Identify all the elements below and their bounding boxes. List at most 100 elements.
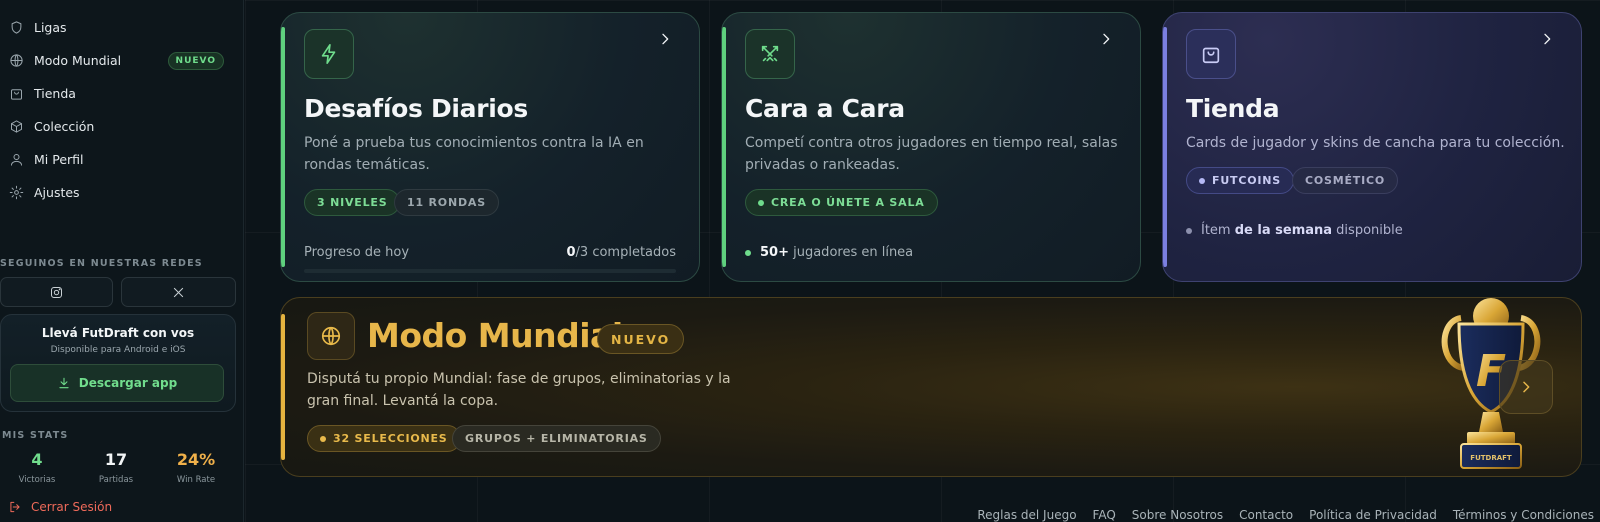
logout-icon [10, 501, 20, 513]
card-title: Desafíos Diarios [304, 94, 529, 123]
pill-cosmetico: COSMÉTICO [1292, 167, 1399, 194]
banner-modo-mundial[interactable]: Modo Mundial NUEVO Disputá tu propio Mun… [280, 297, 1582, 477]
pill-grupos: GRUPOS + ELIMINATORIAS [452, 425, 661, 452]
card-cara-a-cara[interactable]: Cara a Cara Competí contra otros jugador… [721, 12, 1141, 282]
chevron-right-icon[interactable] [1098, 31, 1114, 47]
logout-button[interactable]: Cerrar Sesión [8, 500, 112, 514]
swords-icon [761, 45, 779, 62]
x-icon [173, 287, 184, 297]
stat-label: Win Rate [176, 475, 216, 485]
progress-bar [304, 269, 676, 273]
download-app-button[interactable]: Descargar app [10, 364, 224, 402]
online-count: 50+ [760, 245, 789, 260]
sidebar: Ligas Modo Mundial NUEVO Tienda Colecció… [0, 0, 244, 522]
new-badge: NUEVO [167, 52, 224, 70]
stat-label: Partidas [98, 475, 134, 485]
app-card-title: Llevá FutDraft con vos [41, 326, 195, 340]
sidebar-item-label: Mi Perfil [34, 151, 84, 167]
x-twitter-button[interactable] [121, 277, 236, 307]
footer-link-terminos[interactable]: Términos y Condiciones [1453, 508, 1594, 522]
chevron-right-icon[interactable] [1539, 31, 1555, 47]
box-icon [11, 119, 22, 133]
stat-win-rate: 24% Win Rate [161, 450, 231, 485]
globe-icon-box [307, 312, 355, 360]
banner-accent-bar [281, 314, 285, 460]
sidebar-item-label: Colección [34, 118, 95, 134]
sidebar-item-label: Modo Mundial [34, 52, 122, 68]
footer-link-faq[interactable]: FAQ [1093, 508, 1116, 522]
pill-label: CREA O ÚNETE A SALA [771, 196, 925, 209]
card-description: Poné a prueba tus conocimientos contra l… [304, 135, 644, 173]
trophy-plate: FUTDRAFT [1470, 454, 1512, 462]
card-title: Tienda [1186, 94, 1280, 123]
pill-label: FUTCOINS [1212, 174, 1281, 187]
banner-title: Modo Mundial [367, 316, 623, 355]
stat-partidas: 17 Partidas [81, 450, 151, 485]
status-dot [320, 435, 326, 442]
shopping-bag-icon [11, 88, 22, 100]
stat-value: 17 [104, 450, 128, 469]
banner-description: Disputá tu propio Mundial: fase de grupo… [307, 371, 731, 409]
pill-selecciones: 32 SELECCIONES [307, 425, 461, 452]
banner-next-button[interactable] [1499, 360, 1553, 414]
instagram-button[interactable] [0, 277, 113, 307]
live-dot [745, 249, 751, 256]
stat-value: 24% [176, 450, 216, 469]
footer-link-reglas[interactable]: Reglas del Juego [977, 508, 1076, 522]
status-dot [758, 199, 764, 206]
pill-crea-sala: CREA O ÚNETE A SALA [745, 189, 938, 216]
sidebar-item-label: Tienda [34, 85, 76, 101]
pill-label: 32 SELECCIONES [333, 432, 448, 445]
pill-niveles: 3 NIVELES [304, 189, 401, 216]
footer-links: Reglas del Juego FAQ Sobre Nosotros Cont… [977, 508, 1594, 522]
weekly-item-c: disponible [1332, 223, 1403, 238]
sidebar-item-mi-perfil[interactable]: Mi Perfil [0, 144, 236, 174]
lightning-icon [321, 44, 336, 64]
shopping-bag-icon-box [1186, 29, 1236, 79]
globe-icon [321, 326, 341, 346]
footer-link-sobre-nosotros[interactable]: Sobre Nosotros [1132, 508, 1223, 522]
card-accent-bar [722, 27, 726, 267]
instagram-icon [51, 286, 62, 298]
card-accent-bar [281, 27, 285, 267]
card-tienda[interactable]: Tienda Cards de jugador y skins de canch… [1162, 12, 1582, 282]
weekly-item-a: Ítem [1201, 223, 1235, 238]
card-desafios-diarios[interactable]: Desafíos Diarios Poné a prueba tus conoc… [280, 12, 700, 282]
download-app-card: Llevá FutDraft con vos Disponible para A… [0, 314, 236, 412]
sidebar-item-tienda[interactable]: Tienda [0, 78, 236, 108]
new-badge: NUEVO [597, 324, 685, 354]
weekly-item-b: de la semana [1234, 223, 1333, 238]
download-icon [59, 377, 69, 389]
swords-icon-box [745, 29, 795, 79]
progress-done: 0 [566, 245, 576, 260]
sidebar-item-coleccion[interactable]: Colección [0, 111, 236, 141]
globe-icon [10, 53, 23, 67]
pill-rondas: 11 RONDAS [394, 189, 499, 216]
gear-icon [9, 185, 24, 199]
user-icon [11, 153, 22, 166]
status-dot [1199, 177, 1205, 184]
shield-icon [11, 20, 22, 34]
progress-label: Progreso de hoy [304, 245, 410, 260]
bullet-dot [1186, 227, 1192, 234]
sidebar-item-label: Ajustes [34, 184, 80, 200]
app-card-subtitle: Disponible para Android e iOS [50, 345, 186, 355]
social-section-title: SEGUINOS EN NUESTRAS REDES [0, 258, 203, 269]
sidebar-item-modo-mundial[interactable]: Modo Mundial NUEVO [0, 45, 236, 75]
stat-value: 4 [31, 450, 43, 469]
footer-link-contacto[interactable]: Contacto [1239, 508, 1293, 522]
progress-count: 0/3 completados [567, 245, 677, 260]
chevron-right-icon [1523, 381, 1530, 393]
stat-victorias: 4 Victorias [2, 450, 72, 485]
card-title: Cara a Cara [745, 94, 905, 123]
footer-link-privacidad[interactable]: Política de Privacidad [1309, 508, 1437, 522]
download-app-label: Descargar app [78, 376, 178, 390]
stat-label: Victorias [18, 475, 56, 485]
shopping-bag-icon [1202, 47, 1220, 64]
sidebar-item-ligas[interactable]: Ligas [0, 12, 236, 42]
card-accent-bar [1163, 27, 1167, 267]
sidebar-item-ajustes[interactable]: Ajustes [0, 177, 236, 207]
weekly-item: Ítem de la semana disponible [1186, 223, 1403, 238]
pill-futcoins: FUTCOINS [1186, 167, 1294, 194]
chevron-right-icon[interactable] [657, 31, 673, 47]
